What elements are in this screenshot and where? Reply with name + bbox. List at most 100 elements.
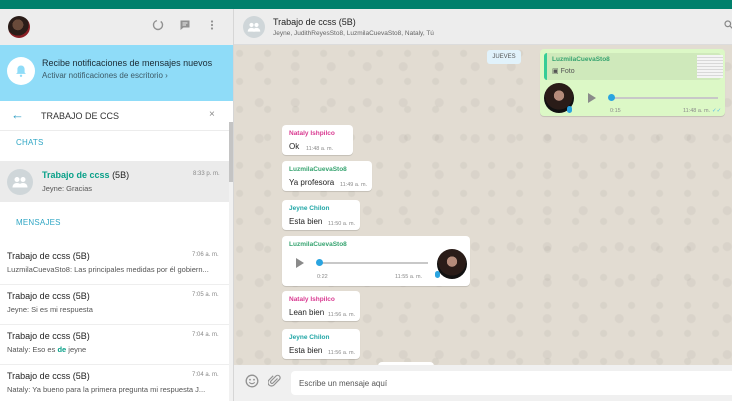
conversation-header[interactable]: Trabajo de ccss (5B) Jeyne, JudithReyesS… — [234, 9, 732, 45]
message-result-time: 7:06 a. m. — [192, 252, 219, 258]
play-icon[interactable] — [296, 258, 304, 268]
incoming-message[interactable]: Nataly Ishpilco Ok 11:48 a. m. — [282, 125, 353, 155]
message-result-title: Trabajo de ccss (5B) — [7, 291, 90, 301]
preview-text: Nataly: Eso es — [7, 345, 58, 354]
group-avatar-icon[interactable] — [243, 16, 265, 38]
incoming-message[interactable]: LuzmilaCuevaSto8 Ya profesora 11:49 a. m… — [282, 161, 372, 191]
message-time: 11:48 a. m. — [683, 108, 711, 114]
app-top-bar — [0, 0, 732, 9]
chat-name-highlight: Trabajo de ccss — [42, 170, 110, 180]
message-input-box[interactable] — [291, 371, 732, 395]
new-chat-icon[interactable] — [178, 19, 192, 33]
message-result-item[interactable]: Trabajo de ccss (5B) 7:06 a. m. LuzmilaC… — [0, 245, 229, 285]
message-result-preview: Nataly: Eso es de jeyne — [7, 345, 86, 354]
whatsapp-web-app: Recibe notificaciones de mensajes nuevos… — [0, 0, 732, 401]
profile-avatar[interactable] — [8, 16, 30, 38]
message-text: Lean bien — [289, 308, 325, 317]
message-result-item[interactable]: Trabajo de ccss (5B) 7:05 a. m. Jeyne: S… — [0, 285, 229, 325]
message-sender: LuzmilaCuevaSto8 — [289, 241, 347, 248]
message-result-preview: Jeyne: Si es mi respuesta — [7, 305, 93, 314]
message-result-time: 7:04 a. m. — [192, 332, 219, 338]
quoted-sender: LuzmilaCuevaSto8 — [552, 56, 610, 63]
message-result-title: Trabajo de ccss (5B) — [7, 371, 90, 381]
left-header — [0, 9, 233, 45]
conversation-members: Jeyne, JudithReyesSto8, LuzmilaCuevaSto8… — [273, 30, 434, 37]
message-text: Esta bien — [289, 217, 323, 226]
message-time: 11:49 a. m. — [340, 182, 368, 188]
voice-progress-track[interactable] — [318, 262, 428, 264]
chat-name: Trabajo de ccss (5B) — [42, 170, 129, 180]
quoted-photo-thumbnail — [697, 55, 723, 78]
play-icon[interactable] — [588, 93, 596, 103]
menu-icon[interactable] — [205, 19, 219, 33]
chat-preview: Jeyne: Gracias — [42, 184, 93, 193]
preview-text: jeyne — [66, 345, 87, 354]
notification-title: Recibe notificaciones de mensajes nuevos — [42, 58, 213, 68]
messages-section-label: MENSAJES — [16, 218, 61, 227]
date-chip: JUEVES — [487, 50, 521, 64]
message-input[interactable] — [299, 376, 719, 390]
message-time: 11:48 a. m. — [306, 146, 334, 152]
incoming-voice-message[interactable]: LuzmilaCuevaSto8 0:22 11:55 a. m. — [282, 236, 470, 286]
message-result-title: Trabajo de ccss (5B) — [7, 331, 90, 341]
left-panel: Recibe notificaciones de mensajes nuevos… — [0, 9, 234, 401]
message-time: 11:55 a. m. — [395, 274, 423, 280]
search-bar: ← TRABAJO DE CCS × — [0, 101, 233, 131]
clear-search-icon[interactable]: × — [209, 109, 215, 120]
chat-name-suffix: (5B) — [112, 170, 130, 180]
message-text: Ok — [289, 142, 300, 151]
message-result-preview: Nataly: Ya bueno para la primera pregunt… — [7, 385, 206, 394]
message-text: Ya profesora — [289, 178, 335, 187]
message-sender: Nataly Ishpilco — [289, 296, 335, 303]
read-receipt-icon: ✓✓ — [712, 108, 722, 114]
message-sender: LuzmilaCuevaSto8 — [289, 166, 347, 173]
quoted-photo-label: ▣ Foto — [552, 67, 575, 75]
group-avatar-icon — [7, 169, 33, 195]
message-result-preview: LuzmilaCuevaSto8: Las principales medida… — [7, 265, 209, 274]
outgoing-voice-message[interactable]: LuzmilaCuevaSto8 ▣ Foto 0:15 11:48 a. m.… — [540, 49, 725, 116]
message-sender: Jeyne Chilon — [289, 205, 330, 212]
mic-icon — [435, 271, 440, 278]
chat-time: 8:33 p. m. — [193, 171, 220, 177]
voice-sender-avatar — [437, 249, 467, 279]
incoming-message[interactable]: Jeyne Chilon Esta bien 11:50 a. m. — [282, 200, 360, 230]
message-result-item[interactable]: Trabajo de ccss (5B) 7:04 a. m. Nataly: … — [0, 325, 229, 365]
bell-off-icon — [7, 57, 35, 85]
message-sender: Nataly Ishpilco — [289, 130, 335, 137]
voice-duration: 0:22 — [317, 274, 328, 280]
message-result-time: 7:04 a. m. — [192, 372, 219, 378]
voice-progress-handle[interactable] — [316, 259, 323, 266]
message-result-time: 7:05 a. m. — [192, 292, 219, 298]
message-sender: Jeyne Chilon — [289, 334, 330, 341]
search-icon[interactable] — [724, 20, 732, 32]
chat-item-selected[interactable]: Trabajo de ccss (5B) 8:33 p. m. Jeyne: G… — [0, 161, 229, 202]
status-icon[interactable] — [151, 19, 165, 33]
message-time: 11:50 a. m. — [328, 221, 356, 227]
incoming-message[interactable]: Jeyne Chilon Esta bien 11:56 a. m. — [282, 329, 360, 359]
message-area: JUEVES LuzmilaCuevaSto8 ▣ Foto 0:15 11:4… — [234, 45, 732, 365]
quoted-message[interactable]: LuzmilaCuevaSto8 ▣ Foto — [544, 53, 723, 80]
message-text: Esta bien — [289, 346, 323, 355]
quoted-photo-text: Foto — [560, 68, 575, 75]
preview-match: de — [57, 345, 67, 354]
voice-duration: 0:15 — [610, 108, 621, 114]
search-input[interactable]: TRABAJO DE CCS — [41, 111, 119, 121]
notification-banner[interactable]: Recibe notificaciones de mensajes nuevos… — [0, 45, 233, 101]
emoji-icon[interactable] — [243, 374, 261, 392]
conversation-title: Trabajo de ccss (5B) — [273, 17, 356, 27]
enable-notifications-link[interactable]: Activar notificaciones de escritorio › — [42, 71, 168, 80]
back-arrow-icon[interactable]: ← — [11, 108, 24, 122]
attach-clip-icon[interactable] — [266, 374, 284, 392]
message-time: 11:56 a. m. — [328, 350, 356, 356]
voice-progress-track[interactable] — [610, 97, 718, 99]
mic-icon — [567, 106, 572, 113]
incoming-message[interactable]: Nataly Ishpilco Lean bien 11:56 a. m. — [282, 291, 360, 321]
camera-icon: ▣ — [552, 68, 559, 75]
message-result-title: Trabajo de ccss (5B) — [7, 251, 90, 261]
message-time: 11:56 a. m. — [328, 312, 356, 318]
chats-section-label: CHATS — [16, 138, 44, 147]
voice-progress-handle[interactable] — [608, 94, 615, 101]
conversation-panel: Trabajo de ccss (5B) Jeyne, JudithReyesS… — [234, 9, 732, 401]
composer-bar — [234, 365, 732, 401]
message-result-item[interactable]: Trabajo de ccss (5B) 7:04 a. m. Nataly: … — [0, 365, 229, 401]
